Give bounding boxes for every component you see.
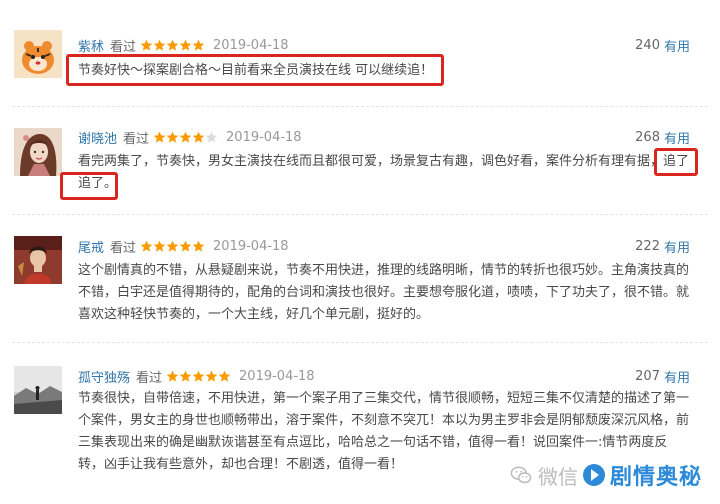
username-link[interactable]: 尾戒 xyxy=(78,237,104,256)
review-text-line: 不错，白宇还是值得期待的，配角的台词和演技也很好。主要想夸服化道，啧啧，下了功夫… xyxy=(78,285,690,300)
useful-button[interactable]: 有用 xyxy=(664,367,690,386)
watched-label: 看过 xyxy=(110,240,137,256)
star-filled-icon xyxy=(205,370,218,383)
star-filled-icon xyxy=(166,370,179,383)
star-filled-icon xyxy=(179,370,192,383)
review-text-line: 追了。 xyxy=(78,176,118,191)
avatar-landscape[interactable] xyxy=(14,366,62,414)
star-filled-icon xyxy=(192,240,205,253)
divider xyxy=(12,106,708,107)
review-date: 2019-04-18 xyxy=(239,368,315,384)
review-text: 看完两集了，节奏快，男女主演技在线而且都很可爱，场景复古有趣，调色好看，案件分析… xyxy=(78,151,694,195)
vote-number: 207 xyxy=(635,368,660,384)
vote-count: 268 有用 xyxy=(635,127,690,147)
useful-button[interactable]: 有用 xyxy=(664,237,690,256)
brand-logo-icon xyxy=(582,463,606,487)
divider xyxy=(12,342,708,343)
wechat-icon xyxy=(510,464,532,486)
review-meta: 谢晓池 看过 2019-04-18 xyxy=(78,127,302,147)
star-filled-icon xyxy=(192,39,205,52)
star-filled-icon xyxy=(218,370,231,383)
star-filled-icon xyxy=(166,131,179,144)
review-text-line: 喜欢这种轻快节奏的，一个大主线，好几个单元剧，挺好的。 xyxy=(78,307,430,322)
highlight-box xyxy=(60,172,118,200)
useful-button[interactable]: 有用 xyxy=(664,128,690,147)
username-link[interactable]: 谢晓池 xyxy=(78,128,117,147)
review-meta: 尾戒 看过 2019-04-18 xyxy=(78,236,289,256)
vote-number: 240 xyxy=(635,37,660,53)
vote-number: 222 xyxy=(635,238,660,254)
avatar-tiger[interactable] xyxy=(14,30,62,78)
watermark-prefix: 微信 xyxy=(538,464,578,489)
watermark-brand: 剧情奥秘 xyxy=(610,465,703,490)
review-meta: 孤守独殇 看过 2019-04-18 xyxy=(78,366,315,386)
avatar-photo[interactable] xyxy=(14,236,62,284)
star-filled-icon xyxy=(140,240,153,253)
star-filled-icon xyxy=(166,240,179,253)
review-text: 这个剧情真的不错，从悬疑剧来说，节奏不用快进，推理的线路明晰，情节的转折也很巧妙… xyxy=(78,260,694,326)
review-text-line: 这个剧情真的不错，从悬疑剧来说，节奏不用快进，推理的线路明晰，情节的转折也很巧妙… xyxy=(78,263,690,278)
review-text-line: 三集表现出来的确是幽默诙谐甚至有点逗比，哈哈总之一句话不错，值得一看！说回案件一… xyxy=(78,435,668,450)
star-filled-icon xyxy=(179,240,192,253)
star-filled-icon xyxy=(179,39,192,52)
rating-stars xyxy=(140,39,205,52)
highlight-box xyxy=(654,148,698,176)
star-filled-icon xyxy=(153,39,166,52)
useful-button[interactable]: 有用 xyxy=(664,36,690,55)
rating-stars xyxy=(166,370,231,383)
highlight-box xyxy=(66,54,444,86)
username-link[interactable]: 孤守独殇 xyxy=(78,367,130,386)
review-text-line: 看完两集了，节奏快，男女主演技在线而且都很可爱，场景复古有趣，调色好看，案件分析… xyxy=(78,154,690,169)
review-date: 2019-04-18 xyxy=(213,238,289,254)
watched-label: 看过 xyxy=(110,39,137,55)
rating-stars xyxy=(153,131,218,144)
review-date: 2019-04-18 xyxy=(213,37,289,53)
review-text-line: 节奏很快，自带倍速，不用快进，第一个案子用了三集交代，情节很顺畅，短短三集不仅清… xyxy=(78,391,690,406)
vote-count: 207 有用 xyxy=(635,366,690,386)
review-meta: 紫秫 看过 2019-04-18 xyxy=(78,35,289,55)
watched-label: 看过 xyxy=(123,131,150,147)
review-date: 2019-04-18 xyxy=(226,129,302,145)
star-filled-icon xyxy=(153,240,166,253)
rating-stars xyxy=(140,240,205,253)
username-link[interactable]: 紫秫 xyxy=(78,36,104,55)
star-empty-icon xyxy=(205,131,218,144)
star-filled-icon xyxy=(166,39,179,52)
star-filled-icon xyxy=(140,39,153,52)
star-filled-icon xyxy=(153,131,166,144)
watermark: 微信 剧情奥秘 xyxy=(510,458,702,492)
watched-label: 看过 xyxy=(136,370,163,386)
star-filled-icon xyxy=(192,370,205,383)
avatar-portrait[interactable] xyxy=(14,128,62,176)
star-filled-icon xyxy=(179,131,192,144)
divider xyxy=(12,214,708,215)
vote-number: 268 xyxy=(635,129,660,145)
vote-count: 240 有用 xyxy=(635,35,690,55)
review-text-line: 个案件，男女主的身世也顺畅带出，溶于案件，不刻意不突兀！本以为男主罗非会是阴郁颓… xyxy=(78,413,690,428)
star-filled-icon xyxy=(192,131,205,144)
vote-count: 222 有用 xyxy=(635,236,690,256)
